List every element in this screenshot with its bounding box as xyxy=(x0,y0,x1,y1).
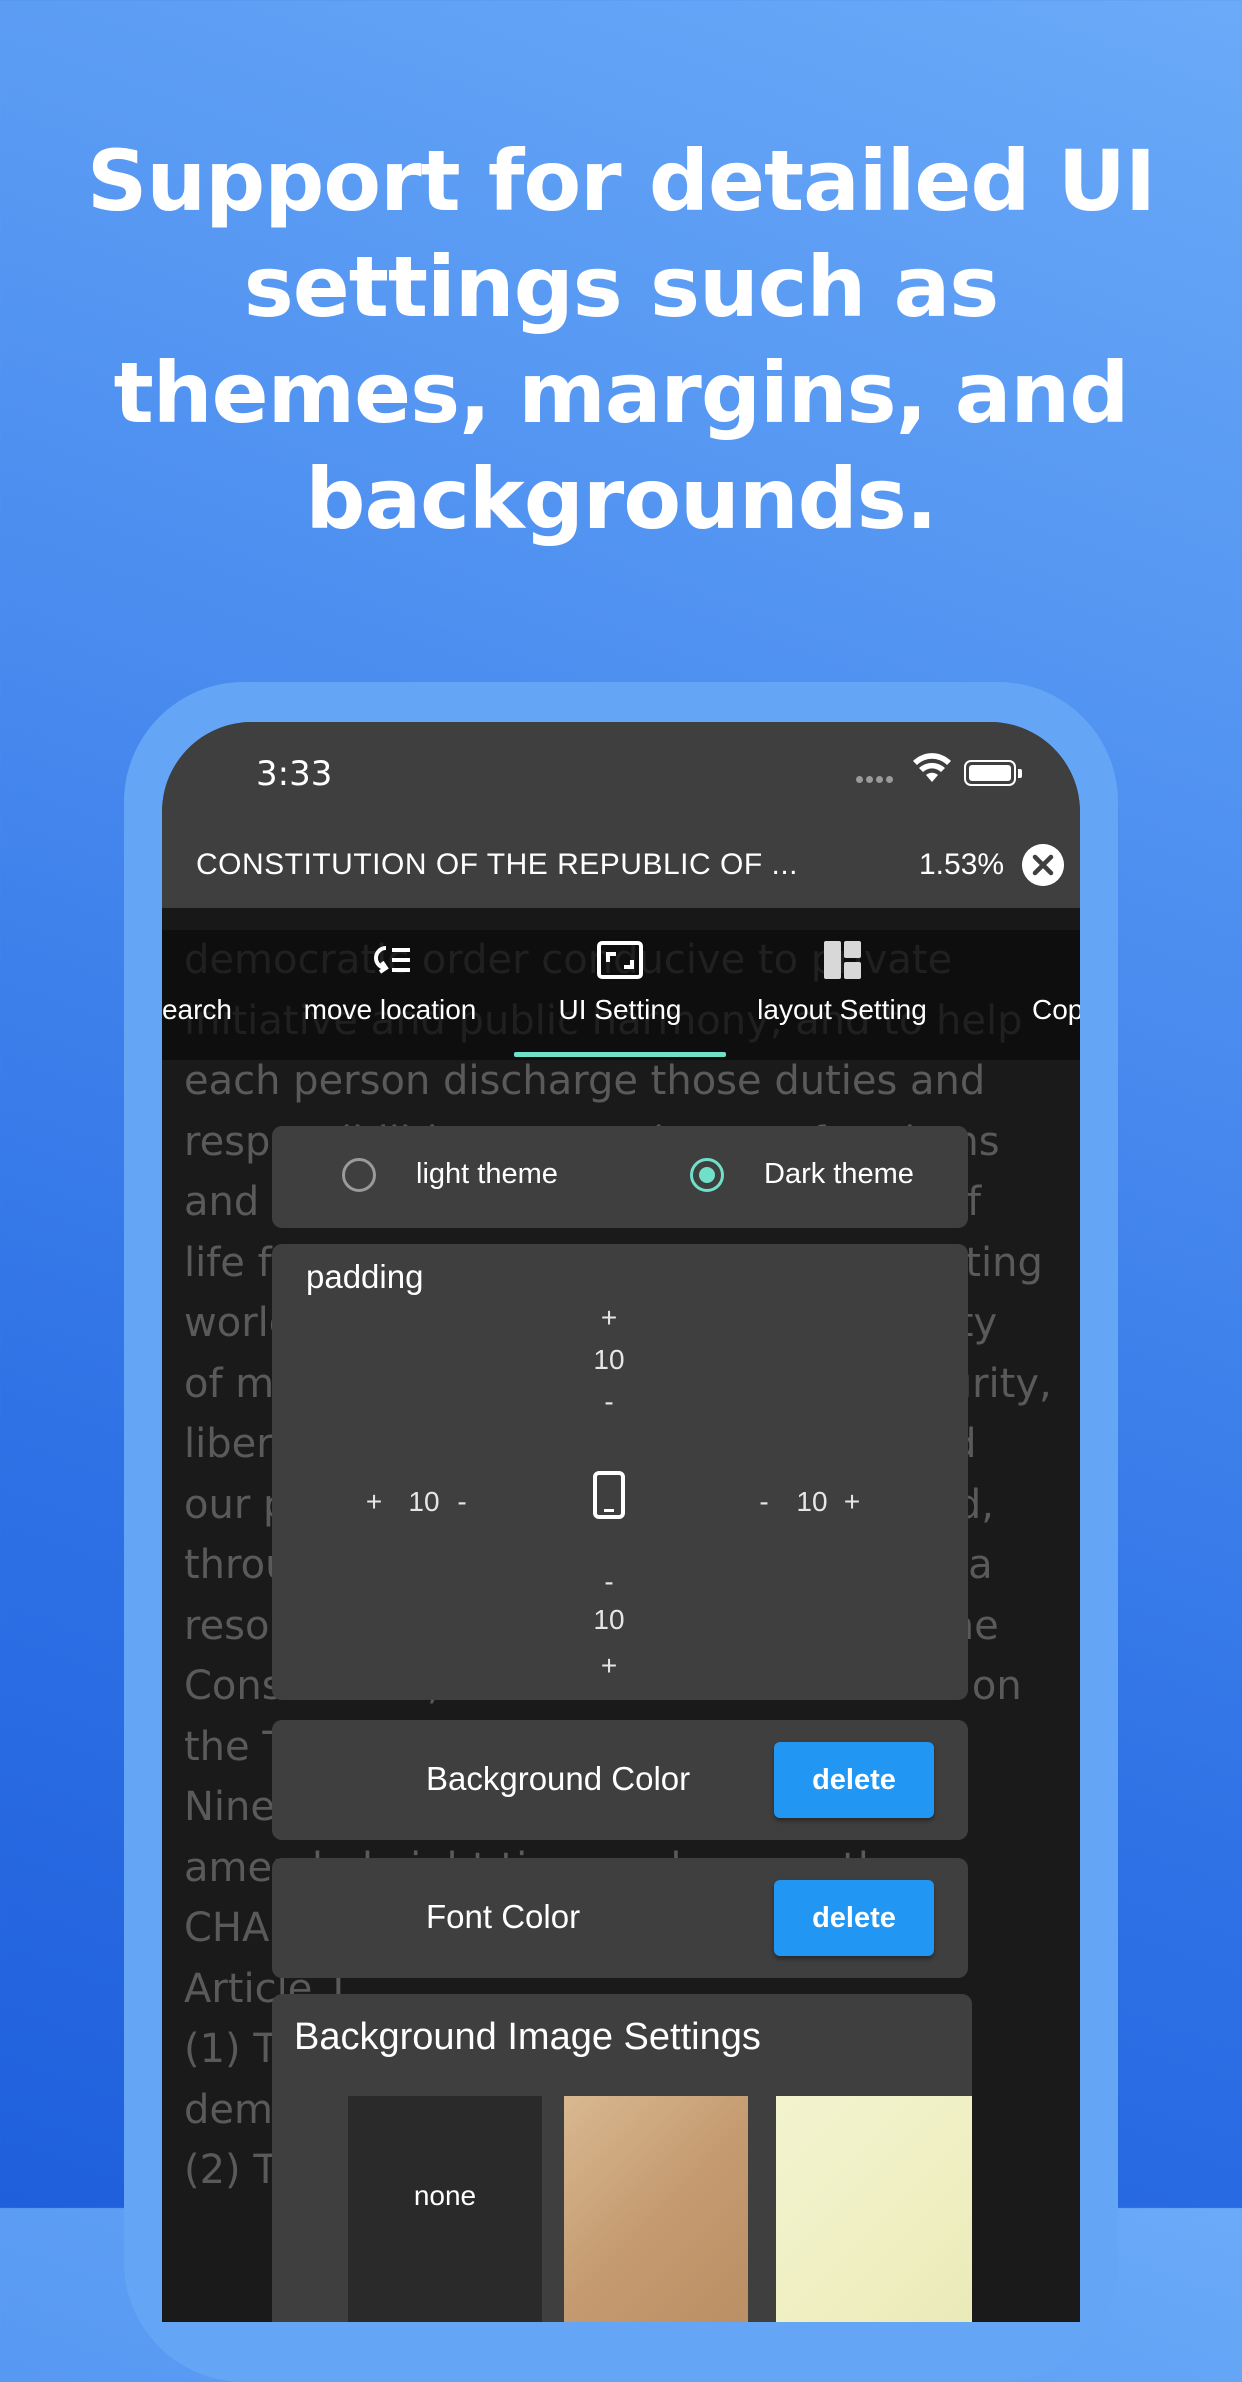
padding-bottom-plus[interactable]: + xyxy=(582,1650,636,1682)
padding-title: padding xyxy=(306,1258,424,1295)
background-option-cream-paper[interactable] xyxy=(776,2096,972,2322)
background-option-old-paper[interactable] xyxy=(564,2096,748,2322)
padding-right-value: 10 xyxy=(796,1486,828,1517)
padding-right-plus[interactable]: + xyxy=(840,1486,864,1518)
background-color-delete-button[interactable]: delete xyxy=(774,1742,934,1818)
tab-indicator xyxy=(514,1052,726,1057)
font-color-delete-button[interactable]: delete xyxy=(774,1880,934,1956)
padding-left-minus[interactable]: - xyxy=(450,1486,474,1518)
padding-card: padding + 10 - + 10 - - 10 + - 10 + xyxy=(272,1244,968,1700)
tab-layout-setting-label: layout Setting xyxy=(757,994,927,1025)
headline: Support for detailed UI settings such as… xyxy=(60,128,1182,552)
dark-theme-radio[interactable] xyxy=(690,1158,724,1192)
tab-move-location[interactable]: move location xyxy=(270,908,510,1060)
padding-top-minus[interactable]: - xyxy=(582,1386,636,1418)
signal-dots-icon xyxy=(856,770,896,788)
close-icon[interactable] xyxy=(1022,844,1064,886)
headline-line-4: backgrounds. xyxy=(305,450,937,548)
background-color-label[interactable]: Background Color xyxy=(426,1760,690,1798)
background-option-none[interactable]: none xyxy=(348,2096,542,2322)
reading-progress: 1.53% xyxy=(919,848,1005,881)
theme-card: light theme Dark theme xyxy=(272,1126,968,1228)
padding-left-plus[interactable]: + xyxy=(362,1486,386,1518)
font-color-label[interactable]: Font Color xyxy=(426,1898,580,1936)
reading-line: each person discharge those duties and xyxy=(184,1058,986,1104)
padding-bottom-value: 10 xyxy=(593,1604,625,1635)
book-title: CONSTITUTION OF THE REPUBLIC OF ... xyxy=(196,848,798,881)
padding-top-value: 10 xyxy=(593,1344,625,1375)
light-theme-label[interactable]: light theme xyxy=(416,1158,558,1191)
layout-setting-icon xyxy=(824,941,861,979)
phone-screen: 3:33 CONSTITUTION OF THE REPUBLIC OF ...… xyxy=(162,722,1080,2322)
padding-top-plus[interactable]: + xyxy=(582,1302,636,1334)
tab-move-location-label: move location xyxy=(303,994,477,1025)
background-image-title: Background Image Settings xyxy=(294,2016,761,2058)
tab-layout-setting[interactable]: layout Setting xyxy=(730,908,954,1060)
status-bar: 3:33 xyxy=(162,722,1080,822)
headline-line-1: Support for detailed UI xyxy=(86,132,1156,230)
tab-bar: Search move location UI Setting xyxy=(162,908,1080,1060)
ui-setting-icon xyxy=(597,941,643,979)
wifi-icon xyxy=(913,753,951,782)
battery-icon xyxy=(964,760,1022,786)
tab-search-label: Search xyxy=(162,994,232,1025)
tab-copy-label: Copy xyxy=(1032,994,1080,1025)
headline-line-2: settings such as xyxy=(243,238,1000,336)
dark-theme-label[interactable]: Dark theme xyxy=(764,1158,914,1191)
font-color-card: Font Color delete xyxy=(272,1858,968,1978)
background-image-card: Background Image Settings none xyxy=(272,1994,972,2322)
padding-left-value: 10 xyxy=(408,1486,440,1517)
tab-search[interactable]: Search xyxy=(162,908,232,1060)
padding-right-minus[interactable]: - xyxy=(752,1486,776,1518)
padding-bottom-minus[interactable]: - xyxy=(582,1566,636,1598)
tab-ui-setting-label: UI Setting xyxy=(558,994,682,1025)
status-time: 3:33 xyxy=(256,754,333,794)
headline-line-3: themes, margins, and xyxy=(113,344,1130,442)
phone-icon xyxy=(593,1471,625,1519)
tab-copy[interactable]: Copy xyxy=(1032,908,1080,1060)
light-theme-radio[interactable] xyxy=(342,1158,376,1192)
move-location-icon xyxy=(374,946,410,974)
background-option-none-label: none xyxy=(413,2180,477,2211)
background-color-card: Background Color delete xyxy=(272,1720,968,1840)
tab-ui-setting[interactable]: UI Setting xyxy=(514,908,726,1060)
